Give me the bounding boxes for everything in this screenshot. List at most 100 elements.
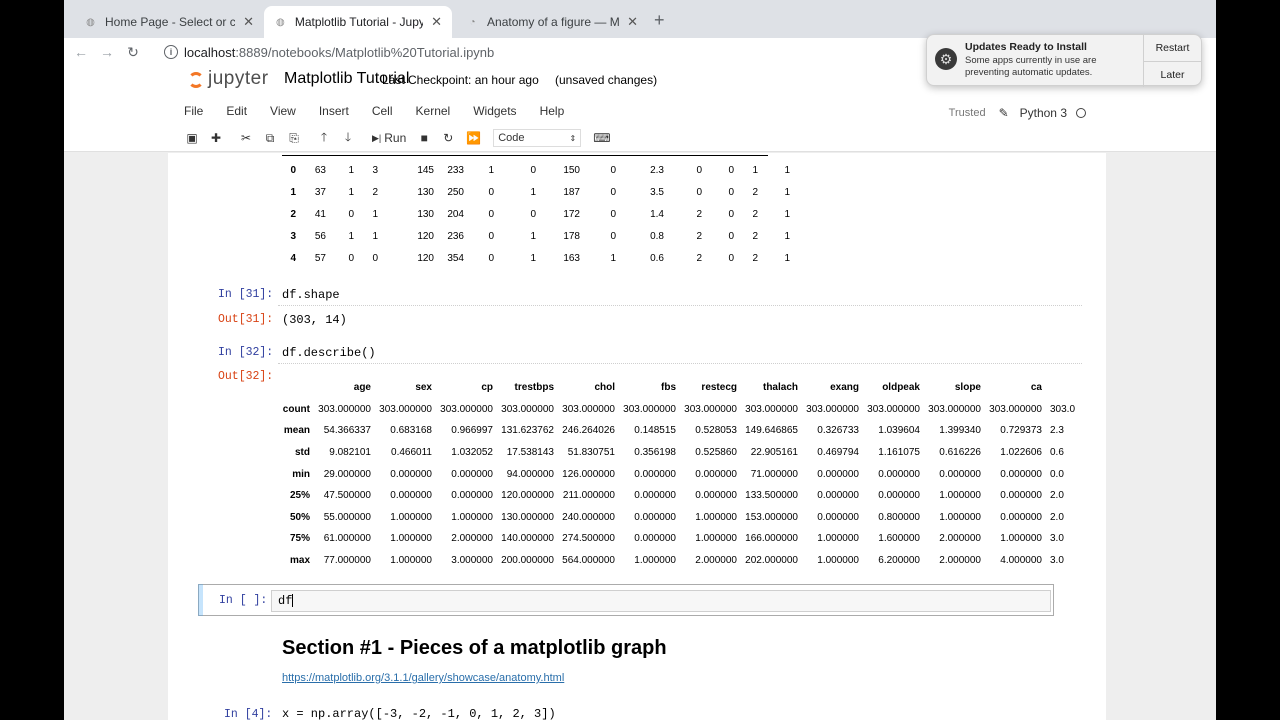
- code-input-area[interactable]: [278, 342, 1082, 364]
- interrupt-icon[interactable]: ■: [418, 131, 430, 145]
- menu-widgets[interactable]: Widgets: [473, 104, 516, 124]
- table-cell: 0.148515: [634, 425, 676, 437]
- later-button[interactable]: Later: [1144, 61, 1201, 87]
- table-row: std 9.082101 0.466011 1.032052 17.538143 51.8…: [280, 442, 1077, 464]
- tab-label: Anatomy of a figure — Matplo: [487, 15, 620, 29]
- tab-matplotlib-tutorial[interactable]: ◍ Matplotlib Tutorial - Jupyter N ✕: [264, 6, 452, 38]
- table-cell: 2: [372, 186, 378, 198]
- table-row: 3 56 1 1 120 236 0 1 178 0 0.8 2 0 2 1: [282, 225, 790, 247]
- row-index: 0: [290, 164, 296, 176]
- pencil-icon[interactable]: ✎: [999, 106, 1009, 120]
- code-text: df.shape: [282, 288, 340, 302]
- close-tab-icon[interactable]: ✕: [243, 14, 254, 30]
- row-label: min: [292, 468, 310, 480]
- input-prompt: In [31]:: [218, 288, 274, 301]
- forward-arrow-icon[interactable]: →: [94, 44, 120, 60]
- updown-icon: ⇕: [569, 133, 577, 143]
- table-cell: 130.000000: [501, 511, 554, 523]
- save-icon[interactable]: ▣: [186, 131, 198, 145]
- tab-anatomy-of-figure[interactable]: ◔ Anatomy of a figure — Matplo ✕: [456, 6, 648, 38]
- close-tab-icon[interactable]: ✕: [627, 14, 638, 30]
- cut-icon[interactable]: ✂: [240, 131, 252, 145]
- table-cell: 3.0: [1050, 555, 1064, 567]
- restart-button[interactable]: Restart: [1144, 35, 1201, 61]
- table-cell: 0.0: [1050, 468, 1064, 480]
- notification-title: Updates Ready to Install: [965, 41, 1087, 53]
- reload-icon[interactable]: ↻: [120, 44, 146, 61]
- code-text: df: [278, 594, 293, 608]
- notebook-container: 0 63 1 3 145 233 1 0 150 0 2.3 0 0 1 1 1 37 1 2 130 250 0 1 187…: [168, 153, 1106, 720]
- insert-cell-icon[interactable]: ✚: [210, 131, 222, 145]
- trusted-indicator[interactable]: Trusted: [942, 105, 993, 121]
- table-cell: 22.905161: [750, 447, 798, 459]
- text-cursor: [292, 594, 294, 608]
- active-code-cell[interactable]: In [ ]: df: [198, 584, 1054, 616]
- copy-icon[interactable]: ⧉: [264, 131, 276, 146]
- table-cell: 1.000000: [1000, 533, 1042, 545]
- menu-insert[interactable]: Insert: [319, 104, 349, 124]
- table-cell: 1: [784, 230, 790, 242]
- table-cell: 303.000000: [501, 403, 554, 415]
- menu-view[interactable]: View: [270, 104, 296, 124]
- table-cell: 0: [610, 164, 616, 176]
- table-cell: 0: [728, 186, 734, 198]
- table-cell: 149.646865: [745, 425, 798, 437]
- table-cell: 1: [784, 252, 790, 264]
- kernel-name[interactable]: Python 3: [1015, 104, 1072, 122]
- row-index: 2: [290, 208, 296, 220]
- kernel-status-area: Trusted ✎ Python 3: [942, 104, 1086, 122]
- code-text: x = np.array([-3, -2, -1, 0, 1, 2, 3]): [282, 707, 556, 720]
- close-tab-icon[interactable]: ✕: [431, 14, 442, 30]
- table-row: 25% 47.500000 0.000000 0.000000 120.000000 21…: [280, 485, 1077, 507]
- menu-edit[interactable]: Edit: [226, 104, 247, 124]
- table-cell: 0.616226: [939, 447, 981, 459]
- keyboard-icon[interactable]: ⌨: [593, 131, 610, 145]
- menu-kernel[interactable]: Kernel: [416, 104, 451, 124]
- table-cell: 1.399340: [939, 425, 981, 437]
- table-cell: 0.800000: [878, 511, 920, 523]
- cell-type-select[interactable]: Code ⇕: [493, 129, 582, 147]
- table-cell: 57: [314, 252, 326, 264]
- site-info-icon[interactable]: i: [164, 45, 178, 59]
- table-cell: 1.000000: [634, 555, 676, 567]
- code-input-area[interactable]: [278, 284, 1082, 306]
- anatomy-link[interactable]: https://matplotlib.org/3.1.1/gallery/sho…: [282, 672, 564, 684]
- jupyter-logo[interactable]: jupyter: [186, 68, 269, 90]
- code-editor[interactable]: df: [271, 590, 1051, 612]
- restart-icon[interactable]: ↻: [442, 131, 454, 145]
- matplotlib-favicon-icon: ◔: [469, 16, 476, 28]
- table-cell: 2.3: [1050, 425, 1064, 437]
- table-cell: 1.000000: [695, 533, 737, 545]
- table-cell: 1.000000: [390, 555, 432, 567]
- new-tab-button[interactable]: +: [654, 10, 665, 31]
- table-cell: 303.000000: [623, 403, 676, 415]
- table-cell: 166.000000: [745, 533, 798, 545]
- tab-label: Home Page - Select or create: [105, 15, 236, 29]
- table-cell: 0: [728, 208, 734, 220]
- column-header: oldpeak: [882, 382, 920, 394]
- table-cell: 0: [530, 208, 536, 220]
- tab-home-page[interactable]: ◍ Home Page - Select or create ✕: [74, 6, 264, 38]
- move-up-icon[interactable]: 🡑: [318, 128, 330, 149]
- menu-help[interactable]: Help: [540, 104, 565, 124]
- back-arrow-icon[interactable]: ←: [68, 44, 94, 60]
- table-cell: 17.538143: [506, 447, 554, 459]
- table-cell: 0.000000: [1000, 490, 1042, 502]
- menu-file[interactable]: File: [184, 104, 203, 124]
- table-cell: 0: [610, 230, 616, 242]
- table-cell: 303.000000: [318, 403, 371, 415]
- menu-cell[interactable]: Cell: [372, 104, 393, 124]
- tab-label: Matplotlib Tutorial - Jupyter N: [294, 15, 424, 29]
- column-header: exang: [830, 382, 859, 394]
- head-output-table: 0 63 1 3 145 233 1 0 150 0 2.3 0 0 1 1 1 37 1 2 130 250 0 1 187…: [282, 159, 790, 269]
- run-button[interactable]: ▶| Run: [372, 131, 406, 145]
- paste-icon[interactable]: ⎘: [288, 131, 300, 146]
- table-row: 2 41 0 1 130 204 0 0 172 0 1.4 2 0 2 1: [282, 203, 790, 225]
- url-field[interactable]: localhost:8889/notebooks/Matplotlib%20Tu…: [184, 45, 494, 60]
- table-cell: 0: [530, 164, 536, 176]
- table-cell: 211.000000: [562, 490, 615, 502]
- move-down-icon[interactable]: 🡓: [342, 128, 354, 149]
- menu-bar: File Edit View Insert Cell Kernel Widget…: [184, 104, 587, 124]
- restart-run-all-icon[interactable]: ⏩: [466, 131, 481, 145]
- table-cell: 204: [447, 208, 464, 220]
